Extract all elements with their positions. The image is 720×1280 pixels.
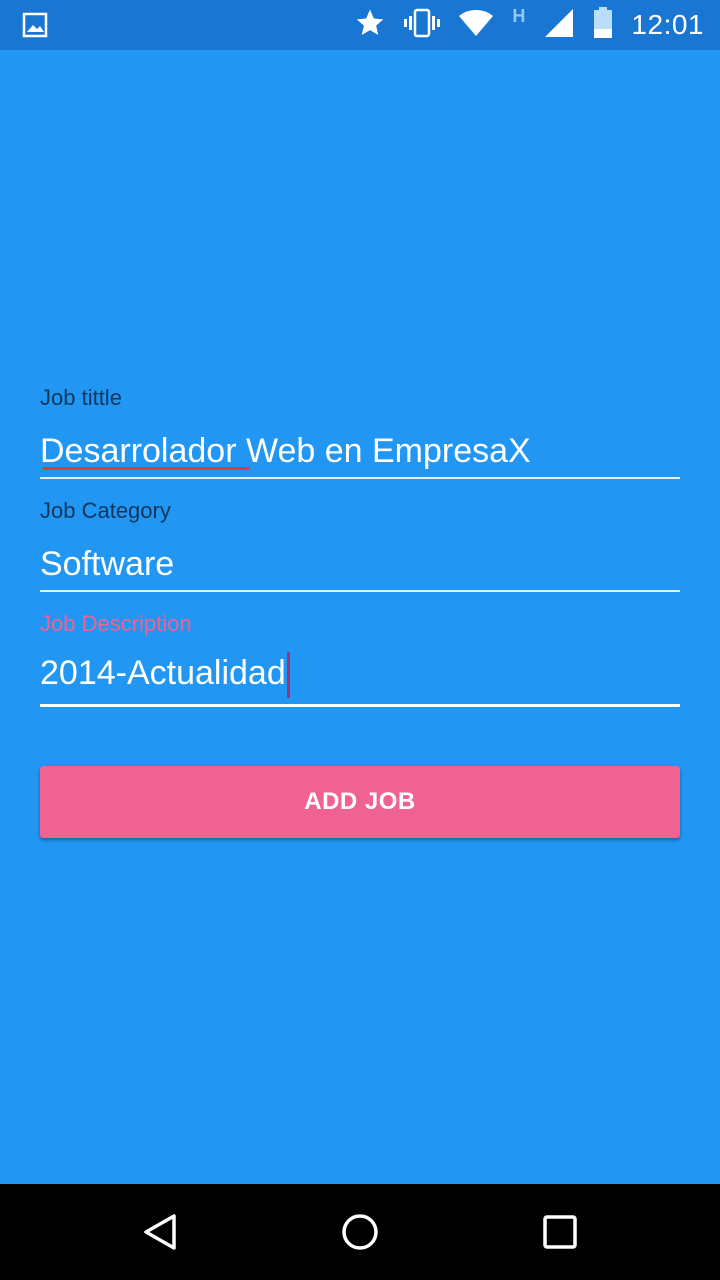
job-description-input-wrap[interactable]: 2014-Actualidad [40,652,290,698]
job-description-input[interactable]: 2014-Actualidad [40,654,286,692]
job-category-underline [40,590,680,592]
signal-icon [543,7,575,44]
job-title-underline [40,477,680,479]
navigation-bar [0,1184,720,1280]
job-category-label: Job Category [40,498,171,523]
wifi-icon [458,9,494,42]
back-icon[interactable] [140,1212,180,1252]
status-bar: H 12:01 [0,0,720,50]
star-icon [354,7,386,44]
job-title-input[interactable]: Desarrolador Web en EmpresaX [40,432,531,471]
job-category-field[interactable]: Job Category Software [40,493,680,593]
network-type-label: H [512,5,526,26]
job-title-field[interactable]: Job tittle Desarrolador Web en EmpresaX [40,380,680,480]
text-caret [286,652,290,698]
job-description-field[interactable]: Job Description 2014-Actualidad [40,606,680,710]
job-description-label: Job Description [40,611,192,636]
battery-icon [593,6,613,44]
spellcheck-underline [42,467,250,470]
job-description-underline [40,704,680,707]
recents-icon[interactable] [540,1212,580,1252]
home-icon[interactable] [340,1212,380,1252]
add-job-button[interactable]: ADD JOB [40,766,680,838]
image-icon [22,11,50,39]
vibrate-icon [404,8,441,43]
job-category-input[interactable]: Software [40,545,174,584]
clock: 12:01 [631,9,704,40]
job-title-label: Job tittle [40,385,122,410]
